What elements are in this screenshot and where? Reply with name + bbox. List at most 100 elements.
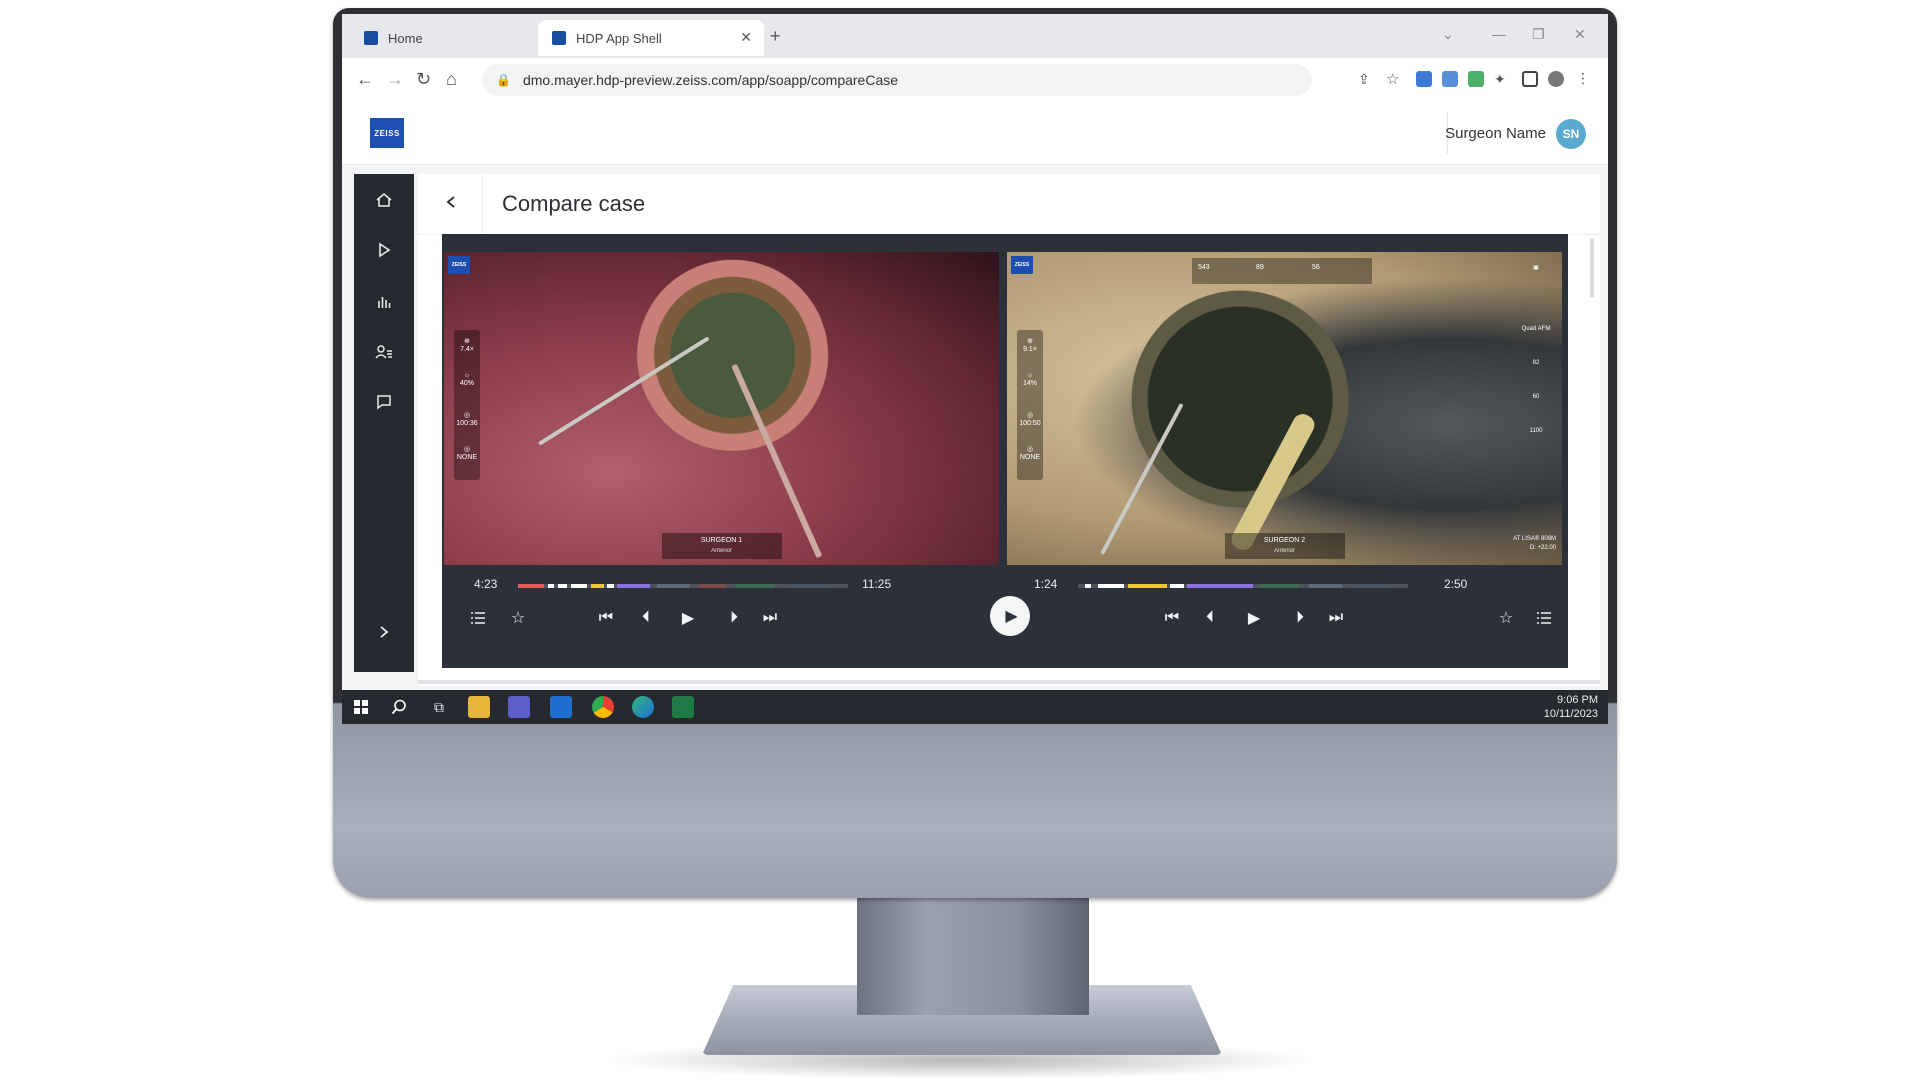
stat-zoom: 7.4× [460, 346, 474, 353]
avatar[interactable]: SN [1556, 119, 1586, 149]
home-icon[interactable]: ⌂ [446, 69, 457, 90]
extension-icon[interactable] [1468, 71, 1484, 87]
url-field[interactable]: 🔒 dmo.mayer.hdp-preview.zeiss.com/app/so… [482, 64, 1312, 96]
minimize-icon[interactable]: — [1492, 26, 1506, 42]
right-stats-panel: ▣ Quad AFM 82 60 1100 AT LISA® 809M D: +… [1513, 264, 1556, 554]
play-both-button[interactable]: ▶ [990, 596, 1030, 636]
new-tab-button[interactable]: + [770, 26, 781, 47]
translate-icon[interactable] [1442, 71, 1458, 87]
top-stat: 89 [1256, 264, 1264, 271]
start-button[interactable] [350, 696, 372, 718]
sidebar-item-home[interactable] [354, 180, 414, 220]
zeiss-logo: ZEISS [1011, 256, 1033, 274]
sidebar-item-comments[interactable] [354, 382, 414, 422]
timeline-segment[interactable] [590, 584, 604, 588]
step-forward-button[interactable]: ⏵ [722, 606, 746, 630]
more-vertical-icon[interactable]: ⋮ [1576, 70, 1590, 87]
timeline-segment[interactable] [570, 584, 588, 588]
edge-icon[interactable] [632, 696, 654, 718]
close-icon[interactable]: ✕ [740, 29, 752, 46]
timeline-segment[interactable] [1309, 584, 1342, 588]
play-right-button[interactable]: ▶ [1242, 606, 1266, 630]
left-timeline[interactable] [518, 584, 848, 588]
excel-icon[interactable] [672, 696, 694, 718]
reload-icon[interactable]: ↻ [416, 69, 431, 90]
timeline-segment[interactable] [788, 584, 829, 588]
side-panel-icon[interactable] [1522, 71, 1538, 87]
back-button[interactable] [438, 190, 464, 216]
timeline-segment[interactable] [547, 584, 555, 588]
chapters-list-button[interactable] [1532, 606, 1556, 630]
compare-player: ZEISS ⊕ 7.4× ☼ 40% ◎ 100:36 ◎ NONE SURGEON 1… [442, 234, 1568, 668]
forward-arrow-icon[interactable]: → [386, 69, 404, 90]
skip-end-button[interactable]: ⏭ [758, 606, 782, 630]
user-name[interactable]: Surgeon Name [1445, 125, 1546, 142]
video-right[interactable]: ZEISS 543 89 56 ⊕ 9.1× ☼ 14% ◎ 100:50 ◎ NONE… [1007, 252, 1562, 565]
profile-icon[interactable] [1548, 71, 1564, 87]
step-back-button[interactable]: ⏴ [1198, 606, 1222, 630]
window-close-icon[interactable]: ✕ [1574, 26, 1586, 43]
light-icon: ☼ [1026, 372, 1034, 379]
teams-icon[interactable] [508, 696, 530, 718]
skip-end-button[interactable]: ⏭ [1324, 606, 1348, 630]
timeline-segment[interactable] [735, 584, 776, 588]
chevron-left-icon [446, 196, 455, 208]
timeline-segment[interactable] [1186, 584, 1253, 588]
chevron-down-icon[interactable]: ⌄ [1442, 26, 1454, 43]
restore-icon[interactable]: ❐ [1532, 26, 1545, 43]
right-duration: 2:50 [1444, 577, 1468, 591]
vertical-scrollbar[interactable] [1590, 238, 1594, 298]
stat-value: 60 [1532, 394, 1540, 400]
share-icon[interactable]: ⇪ [1358, 71, 1370, 88]
video-left[interactable]: ZEISS ⊕ 7.4× ☼ 40% ◎ 100:36 ◎ NONE SURGEON 1… [444, 252, 999, 565]
bookmark-button[interactable]: ☆ [506, 606, 530, 630]
timeline-segment[interactable] [607, 584, 614, 588]
sidebar-item-videos[interactable] [354, 230, 414, 270]
chrome-icon[interactable] [592, 696, 614, 718]
extension-icon[interactable] [1416, 71, 1432, 87]
timeline-segment[interactable] [699, 584, 726, 588]
back-arrow-icon[interactable]: ← [356, 69, 374, 90]
zeiss-logo: ZEISS [448, 256, 470, 274]
tab-hdp-app-shell[interactable]: HDP App Shell ✕ [538, 20, 764, 56]
timeline-segment[interactable] [656, 584, 690, 588]
timeline-segment[interactable] [518, 584, 545, 588]
sidebar-item-analytics[interactable] [354, 282, 414, 322]
sidebar-expand-button[interactable] [354, 612, 414, 652]
chapters-list-button[interactable] [466, 606, 490, 630]
play-left-button[interactable]: ▶ [676, 606, 700, 630]
windows-taskbar: ⧉ 9:06 PM 10/11/2023 [342, 690, 1608, 724]
timeline-segment[interactable] [617, 584, 650, 588]
focus-icon: ◎ [1026, 412, 1034, 419]
step-forward-button[interactable]: ⏵ [1288, 606, 1312, 630]
timeline-segment[interactable] [1097, 584, 1125, 588]
skip-start-icon: ⏮ [598, 609, 614, 626]
play-icon: ▶ [1005, 608, 1018, 625]
timeline-segment[interactable] [1355, 584, 1389, 588]
home-icon [376, 192, 392, 207]
chevron-right-icon [380, 626, 389, 638]
sidebar-item-users[interactable] [354, 332, 414, 372]
timeline-segment[interactable] [1259, 584, 1300, 588]
timeline-segment[interactable] [1084, 584, 1092, 588]
puzzle-icon[interactable]: ✦ [1494, 71, 1506, 88]
right-timeline[interactable] [1078, 584, 1408, 588]
timeline-segment[interactable] [1170, 584, 1184, 588]
skip-start-button[interactable]: ⏮ [594, 606, 618, 630]
step-back-button[interactable]: ⏴ [634, 606, 658, 630]
timeline-segment[interactable] [1127, 584, 1168, 588]
taskbar-clock[interactable]: 9:06 PM 10/11/2023 [1544, 693, 1598, 721]
horizontal-scrollbar[interactable] [418, 680, 1600, 684]
task-view-button[interactable]: ⧉ [428, 696, 450, 718]
bookmark-button[interactable]: ☆ [1494, 606, 1518, 630]
focus-icon: ◎ [463, 412, 471, 419]
file-explorer-icon[interactable] [468, 696, 490, 718]
outlook-icon[interactable] [550, 696, 572, 718]
zeiss-logo[interactable]: ZEISS [370, 118, 404, 148]
skip-start-button[interactable]: ⏮ [1160, 606, 1184, 630]
url-text: dmo.mayer.hdp-preview.zeiss.com/app/soap… [522, 72, 899, 88]
timeline-segment[interactable] [557, 584, 568, 588]
search-button[interactable] [388, 696, 410, 718]
left-current-time: 4:23 [474, 577, 498, 591]
star-icon[interactable]: ☆ [1386, 70, 1399, 88]
